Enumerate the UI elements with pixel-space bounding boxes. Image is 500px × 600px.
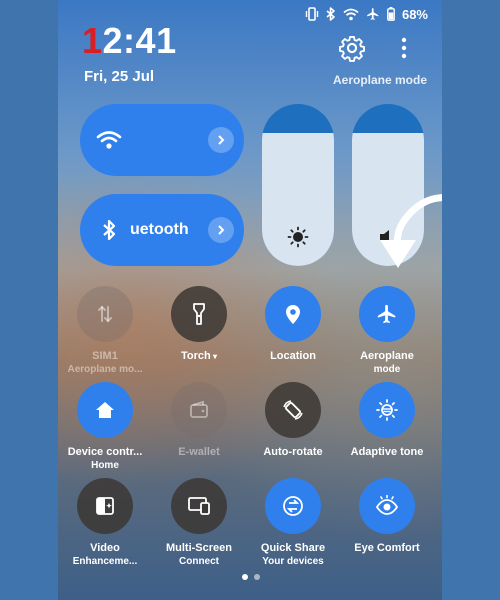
- data-arrows-icon: [94, 303, 116, 325]
- tile-label: SIM1: [92, 350, 118, 362]
- battery-icon: [387, 7, 395, 21]
- tile-label: Eye Comfort: [354, 542, 420, 554]
- tile-sublabel: mode: [373, 364, 401, 375]
- tile-auto-rotate[interactable]: Auto-rotate: [246, 382, 340, 459]
- tile-data-arrows[interactable]: SIM1 Aeroplane mo...: [58, 286, 152, 376]
- tile-sublabel: Connect: [179, 556, 219, 567]
- tile-adaptive-tone[interactable]: Adaptive tone: [340, 382, 434, 459]
- location-icon: [282, 302, 304, 326]
- adaptive-tone-icon: [375, 398, 399, 422]
- tile-torch[interactable]: Torch ▾: [152, 286, 246, 363]
- torch-toggle-button[interactable]: [171, 286, 227, 342]
- tile-label: Device contr...: [67, 446, 143, 458]
- wallet-icon: [188, 399, 210, 421]
- eye-comfort-toggle-button[interactable]: [359, 478, 415, 534]
- tile-airplane[interactable]: Aeroplane mode: [340, 286, 434, 376]
- multi-screen-icon: [187, 495, 211, 517]
- quick-share-toggle-button[interactable]: [265, 478, 321, 534]
- vibrate-icon: [305, 7, 319, 21]
- more-options-icon[interactable]: [392, 34, 416, 62]
- clock[interactable]: 12:41: [82, 20, 177, 62]
- wifi-status-icon: [343, 8, 359, 20]
- multi-screen-toggle-button[interactable]: [171, 478, 227, 534]
- quick-settings-panel: 68% 12:41 Fri, 25 Jul Aeroplane mode uet…: [58, 0, 442, 600]
- bluetooth-details-button[interactable]: [208, 217, 234, 243]
- wifi-icon: [96, 131, 122, 149]
- tile-label: Torch ▾: [181, 350, 217, 362]
- date-label[interactable]: Fri, 25 Jul: [84, 68, 154, 85]
- tile-sublabel: Your devices: [262, 556, 324, 567]
- auto-rotate-toggle-button[interactable]: [265, 382, 321, 438]
- brightness-slider[interactable]: [262, 104, 334, 266]
- wifi-details-button[interactable]: [208, 127, 234, 153]
- tile-label: E-wallet: [178, 446, 220, 458]
- wallet-toggle-button[interactable]: [171, 382, 227, 438]
- wifi-toggle[interactable]: [80, 104, 244, 176]
- location-toggle-button[interactable]: [265, 286, 321, 342]
- tile-label: Adaptive tone: [350, 446, 424, 458]
- page-dot-active[interactable]: [242, 574, 248, 580]
- tile-label: Location: [270, 350, 316, 362]
- tile-home[interactable]: Device contr... Home: [58, 382, 152, 472]
- gear-icon[interactable]: [338, 34, 366, 62]
- auto-rotate-icon: [281, 398, 305, 422]
- video-enhance-icon: [94, 495, 116, 517]
- curved-arrow-annotation: [380, 194, 442, 268]
- tile-label: Auto-rotate: [263, 446, 323, 458]
- chevron-right-icon: [218, 135, 225, 145]
- tile-video-enhance[interactable]: Video Enhanceme...: [58, 478, 152, 568]
- tile-location[interactable]: Location: [246, 286, 340, 363]
- tile-sublabel: Enhanceme...: [72, 556, 138, 567]
- home-toggle-button[interactable]: [77, 382, 133, 438]
- home-icon: [94, 399, 116, 421]
- airplane-status-icon: [367, 8, 379, 20]
- bluetooth-label: uetooth: [130, 221, 189, 238]
- tile-label: Quick Share: [260, 542, 326, 554]
- eye-comfort-icon: [375, 495, 399, 517]
- bluetooth-status-icon: [326, 7, 335, 21]
- status-bar: 68%: [305, 5, 428, 23]
- tile-wallet[interactable]: E-wallet: [152, 382, 246, 459]
- clock-first-digit: 1: [82, 20, 103, 61]
- caret-down-icon: ▾: [210, 352, 217, 361]
- data-arrows-toggle-button[interactable]: [77, 286, 133, 342]
- quick-share-icon: [281, 494, 305, 518]
- page-dot[interactable]: [254, 574, 260, 580]
- tile-label: Video: [90, 542, 120, 554]
- adaptive-tone-toggle-button[interactable]: [359, 382, 415, 438]
- tile-label: Multi-Screen: [165, 542, 232, 554]
- tile-quick-share[interactable]: Quick Share Your devices: [246, 478, 340, 568]
- tile-sublabel: Home: [91, 460, 119, 471]
- tile-label: Aeroplane: [360, 350, 414, 362]
- airplane-icon: [376, 303, 398, 325]
- chevron-right-icon: [218, 225, 225, 235]
- page-indicator: [242, 574, 260, 580]
- bluetooth-toggle[interactable]: uetooth: [80, 194, 244, 266]
- aeroplane-mode-status: Aeroplane mode: [332, 73, 428, 87]
- airplane-toggle-button[interactable]: [359, 286, 415, 342]
- tile-sublabel: Aeroplane mo...: [67, 364, 143, 375]
- clock-rest: 2:41: [102, 20, 177, 61]
- tile-eye-comfort[interactable]: Eye Comfort: [340, 478, 434, 555]
- bluetooth-icon: [103, 219, 116, 241]
- battery-percent: 68%: [401, 6, 428, 22]
- tile-multi-screen[interactable]: Multi-Screen Connect: [152, 478, 246, 568]
- brightness-icon: [287, 226, 309, 248]
- torch-icon: [188, 302, 210, 326]
- video-enhance-toggle-button[interactable]: [77, 478, 133, 534]
